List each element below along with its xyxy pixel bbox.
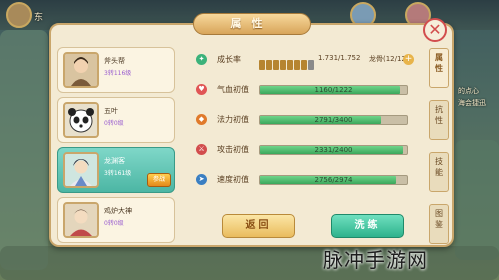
wash-button[interactable]: 洗练 (331, 214, 404, 238)
tab-label: 属性 (435, 53, 443, 73)
pet-name: 斧头帮 (104, 57, 125, 65)
growth-pip (273, 60, 279, 70)
mana-icon: ◆ (196, 114, 207, 125)
scene-left (0, 30, 48, 270)
stat-row-hp: ♥ 气血初值 1160/1222 (196, 82, 416, 98)
pet-card-selected[interactable]: 龙渊客 3转161级 参战 (57, 147, 175, 193)
tab-handbook[interactable]: 图鉴 (429, 204, 449, 244)
warrior-portrait-icon (63, 52, 99, 88)
stat-bar: 2331/2400 (259, 145, 408, 155)
pet-level: 3转116级 (104, 70, 132, 77)
pet-level: 0转0级 (104, 220, 124, 227)
stat-row-attack: ⚔ 攻击初值 2331/2400 (196, 142, 416, 158)
stat-value: 2791/3400 (314, 116, 353, 124)
back-button[interactable]: 返回 (222, 214, 295, 238)
player-avatar[interactable] (6, 2, 32, 28)
growth-pip (259, 60, 265, 70)
close-button[interactable]: ✕ (423, 18, 447, 42)
stat-bar: 2756/2974 (259, 175, 408, 185)
growth-pip (280, 60, 286, 70)
heart-icon: ♥ (196, 84, 207, 95)
scene-right (455, 140, 499, 260)
sword-icon: ⚔ (196, 144, 207, 155)
growth-pips (259, 55, 315, 74)
swordsman-portrait-icon (63, 152, 99, 188)
stat-value: 2756/2974 (314, 176, 353, 184)
stat-label: 攻击初值 (217, 145, 249, 154)
pet-list[interactable]: 斧头帮 3转116级 五叶 0转0级 龙渊客 3转161级 参战 鸡炉大神 0转… (57, 44, 175, 244)
stat-label: 气血初值 (217, 85, 249, 94)
pet-level: 0转0级 (104, 120, 124, 127)
growth-label: 成长率 (217, 55, 241, 64)
stat-value: 1160/1222 (314, 86, 353, 94)
tab-resistance[interactable]: 抗性 (429, 100, 449, 140)
sage-portrait-icon (63, 202, 99, 238)
panel-title: 属性 (192, 13, 311, 35)
hud-label: 东 (34, 13, 44, 23)
stat-row-speed: ➤ 速度初值 2756/2974 (196, 172, 416, 188)
stat-label: 法力初值 (217, 115, 249, 124)
stat-bar: 1160/1222 (259, 85, 408, 95)
tab-label: 技能 (435, 157, 443, 177)
stat-bar: 2791/3400 (259, 115, 408, 125)
tab-attributes[interactable]: 属性 (429, 48, 449, 88)
plus-icon: + (404, 54, 413, 64)
growth-pip (287, 60, 293, 70)
tab-label: 图鉴 (435, 209, 443, 229)
speed-icon: ➤ (196, 174, 207, 185)
growth-pip (294, 60, 300, 70)
add-longgu-button[interactable]: + (403, 54, 414, 65)
stat-value: 2331/2400 (314, 146, 353, 154)
in-battle-badge: 参战 (147, 173, 171, 187)
tab-label: 抗性 (435, 105, 443, 125)
growth-row: ✦ 成长率 1.731/1.752 龙骨(12/12) + (196, 52, 416, 70)
leaf-icon: ✦ (196, 54, 207, 65)
site-watermark: 脉冲手游网 (323, 248, 428, 272)
panda-portrait-icon (63, 102, 99, 138)
pet-level: 3转161级 (104, 170, 132, 177)
pet-card[interactable]: 鸡炉大神 0转0级 (57, 197, 175, 243)
stat-label: 速度初值 (217, 175, 249, 184)
pet-card[interactable]: 五叶 0转0级 (57, 97, 175, 143)
banner-text: 的点心 (458, 87, 479, 95)
pet-card[interactable]: 斧头帮 3转116级 (57, 47, 175, 93)
pet-name: 龙渊客 (104, 157, 125, 165)
growth-pip (308, 60, 314, 70)
banner-text: 海会捷迅 (458, 99, 486, 107)
pet-name: 鸡炉大神 (104, 207, 132, 215)
growth-pip (266, 60, 272, 70)
growth-pip (301, 60, 307, 70)
tab-skills[interactable]: 技能 (429, 152, 449, 192)
growth-value: 1.731/1.752 (318, 54, 361, 62)
stat-row-mp: ◆ 法力初值 2791/3400 (196, 112, 416, 128)
close-icon: ✕ (428, 20, 442, 39)
pet-name: 五叶 (104, 107, 118, 115)
